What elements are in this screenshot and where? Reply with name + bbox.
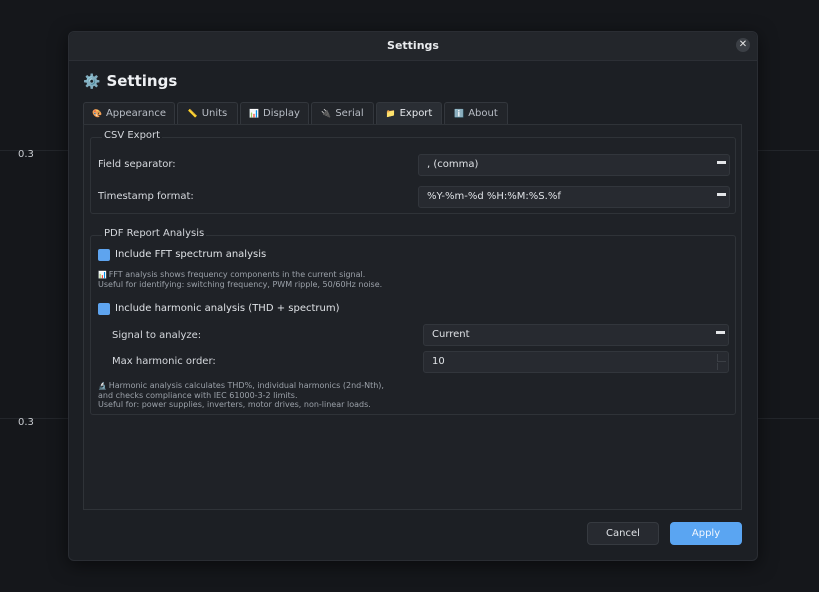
- max-harmonic-order-label: Max harmonic order:: [112, 356, 216, 367]
- dropdown-arrow-icon: [717, 193, 726, 196]
- chart-icon: 📊: [249, 109, 260, 118]
- tab-label: Units: [201, 108, 228, 119]
- timestamp-format-combo[interactable]: %Y-%m-%d %H:%M:%S.%f: [418, 186, 730, 208]
- export-tab-panel: CSV Export Field separator: , (comma) Ti…: [83, 124, 742, 510]
- max-harmonic-order-value: 10: [432, 356, 445, 367]
- group-title: CSV Export: [102, 130, 163, 141]
- folder-icon: 📁: [385, 109, 396, 118]
- harmonic-checkbox[interactable]: [98, 303, 110, 315]
- harmonic-note-line: Harmonic analysis calculates THD%, indiv…: [108, 381, 384, 390]
- apply-button[interactable]: Apply: [670, 522, 742, 545]
- dialog-title: Settings: [387, 39, 439, 52]
- tab-appearance[interactable]: 🎨 Appearance: [83, 102, 175, 124]
- chart-icon: 📊: [98, 271, 107, 279]
- tab-display[interactable]: 📊 Display: [240, 102, 309, 124]
- harmonic-note-line: and checks compliance with IEC 61000-3-2…: [98, 391, 298, 400]
- plug-icon: 🔌: [321, 109, 332, 118]
- settings-dialog: Settings ✕ ⚙️ Settings 🎨 Appearance 📏 Units…: [68, 31, 758, 561]
- close-icon: ✕: [738, 39, 748, 50]
- group-title: PDF Report Analysis: [102, 228, 207, 239]
- plot-tick-label: 0.3: [18, 417, 34, 428]
- plot-tick-label: 0.3: [18, 149, 34, 160]
- fft-note-line: FFT analysis shows frequency components …: [108, 270, 366, 279]
- palette-icon: 🎨: [91, 109, 102, 118]
- page-title: ⚙️ Settings: [83, 72, 177, 90]
- fft-note: 📊 FFT analysis shows frequency components…: [98, 270, 382, 289]
- pdf-report-group: PDF Report Analysis Include FFT spectrum…: [90, 228, 736, 415]
- timestamp-format-label: Timestamp format:: [98, 191, 194, 202]
- tab-label: Display: [263, 108, 300, 119]
- page-title-text: Settings: [106, 72, 178, 90]
- tab-label: Appearance: [105, 108, 166, 119]
- max-harmonic-order-spinbox[interactable]: 10: [423, 351, 729, 373]
- tab-label: About: [468, 108, 498, 119]
- spin-down-icon[interactable]: [717, 363, 726, 370]
- info-icon: ℹ️: [454, 109, 465, 118]
- harmonic-note-line: Useful for: power supplies, inverters, m…: [98, 400, 371, 409]
- gear-icon: ⚙️: [83, 74, 101, 90]
- tab-label: Export: [399, 108, 433, 119]
- dialog-titlebar: Settings ✕: [69, 32, 757, 61]
- field-separator-label: Field separator:: [98, 159, 176, 170]
- fft-checkbox[interactable]: [98, 249, 110, 261]
- signal-to-analyze-label: Signal to analyze:: [112, 330, 202, 341]
- tab-export[interactable]: 📁 Export: [376, 102, 442, 125]
- microscope-icon: 🔬: [98, 382, 107, 390]
- ruler-icon: 📏: [187, 109, 198, 118]
- dropdown-arrow-icon: [717, 161, 726, 164]
- close-button[interactable]: ✕: [736, 38, 750, 52]
- signal-select[interactable]: Current: [423, 324, 729, 346]
- timestamp-format-value: %Y-%m-%d %H:%M:%S.%f: [427, 191, 561, 202]
- tab-label: Serial: [335, 108, 364, 119]
- tab-units[interactable]: 📏 Units: [177, 102, 238, 124]
- harmonic-checkbox-label[interactable]: Include harmonic analysis (THD + spectru…: [115, 303, 340, 314]
- fft-checkbox-label[interactable]: Include FFT spectrum analysis: [115, 249, 266, 260]
- fft-note-line: Useful for identifying: switching freque…: [98, 280, 383, 289]
- cancel-button[interactable]: Cancel: [587, 522, 659, 545]
- signal-value: Current: [432, 329, 470, 340]
- tab-serial[interactable]: 🔌 Serial: [311, 102, 374, 124]
- csv-export-group: CSV Export Field separator: , (comma) Ti…: [90, 130, 736, 214]
- harmonic-note: 🔬 Harmonic analysis calculates THD%, indi…: [98, 381, 384, 409]
- dropdown-arrow-icon: [716, 331, 725, 334]
- field-separator-select[interactable]: , (comma): [418, 154, 730, 176]
- spin-up-icon[interactable]: [717, 354, 726, 362]
- tab-about[interactable]: ℹ️ About: [444, 102, 508, 124]
- field-separator-value: , (comma): [427, 159, 479, 170]
